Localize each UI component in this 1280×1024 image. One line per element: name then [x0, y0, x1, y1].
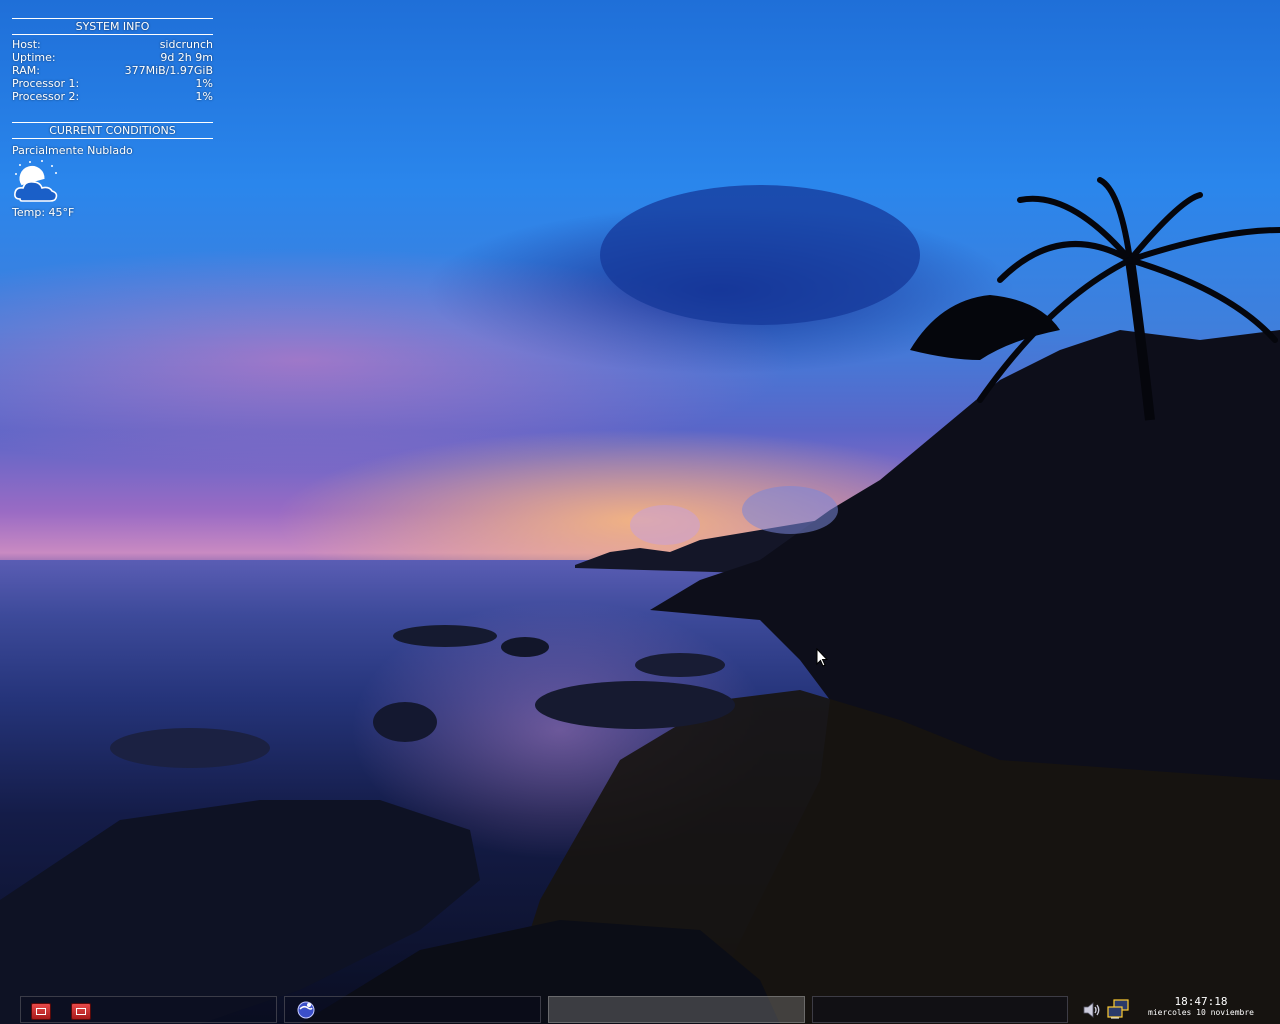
sysinfo-value: sidcrunch — [159, 38, 213, 51]
conky-widget: SYSTEM INFO Host: sidcrunch Uptime: 9d 2… — [12, 18, 213, 219]
sysinfo-value: 9d 2h 9m — [160, 51, 213, 64]
system-info-header: SYSTEM INFO — [12, 18, 213, 35]
volume-icon[interactable] — [1082, 1001, 1102, 1019]
sysinfo-row-processor-2: Processor 2: 1% — [12, 90, 213, 103]
sysinfo-row-uptime: Uptime: 9d 2h 9m — [12, 51, 213, 64]
sysinfo-label: Processor 2: — [12, 90, 80, 103]
sysinfo-label: RAM: — [12, 64, 40, 77]
clock-time: 18:47:18 — [1174, 995, 1228, 1008]
partly-cloudy-night-icon — [14, 160, 58, 202]
taskbar-workspace-2[interactable] — [284, 996, 541, 1023]
sysinfo-label: Processor 1: — [12, 77, 80, 90]
sysinfo-label: Host: — [12, 38, 41, 51]
sysinfo-row-processor-1: Processor 1: 1% — [12, 77, 213, 90]
sysinfo-row-ram: RAM: 377MiB/1.97GiB — [12, 64, 213, 77]
globe-app-icon[interactable] — [296, 1000, 316, 1020]
taskbar-panel: 18:47:18 miercoles 10 noviembre — [0, 994, 1280, 1024]
network-icon[interactable] — [1107, 999, 1131, 1019]
sysinfo-value: 377MiB/1.97GiB — [124, 64, 213, 77]
taskbar-workspace-1[interactable] — [20, 996, 277, 1023]
sysinfo-value: 1% — [195, 77, 213, 90]
panel-clock[interactable]: 18:47:18 miercoles 10 noviembre — [1142, 995, 1260, 1018]
weather-conditions-text: Parcialmente Nublado — [12, 144, 133, 157]
taskbar-workspace-3[interactable] — [548, 996, 805, 1023]
current-conditions-header: CURRENT CONDITIONS — [12, 122, 213, 139]
clock-date: miercoles 10 noviembre — [1148, 1008, 1254, 1017]
temperature-text: Temp: 45°F — [12, 206, 75, 219]
sysinfo-value: 1% — [195, 90, 213, 103]
app-launcher-icon[interactable] — [31, 1003, 51, 1020]
app-launcher-icon[interactable] — [71, 1003, 91, 1020]
mouse-cursor-icon — [816, 648, 828, 667]
taskbar-workspace-4[interactable] — [812, 996, 1068, 1023]
sysinfo-label: Uptime: — [12, 51, 56, 64]
sysinfo-row-host: Host: sidcrunch — [12, 38, 213, 51]
